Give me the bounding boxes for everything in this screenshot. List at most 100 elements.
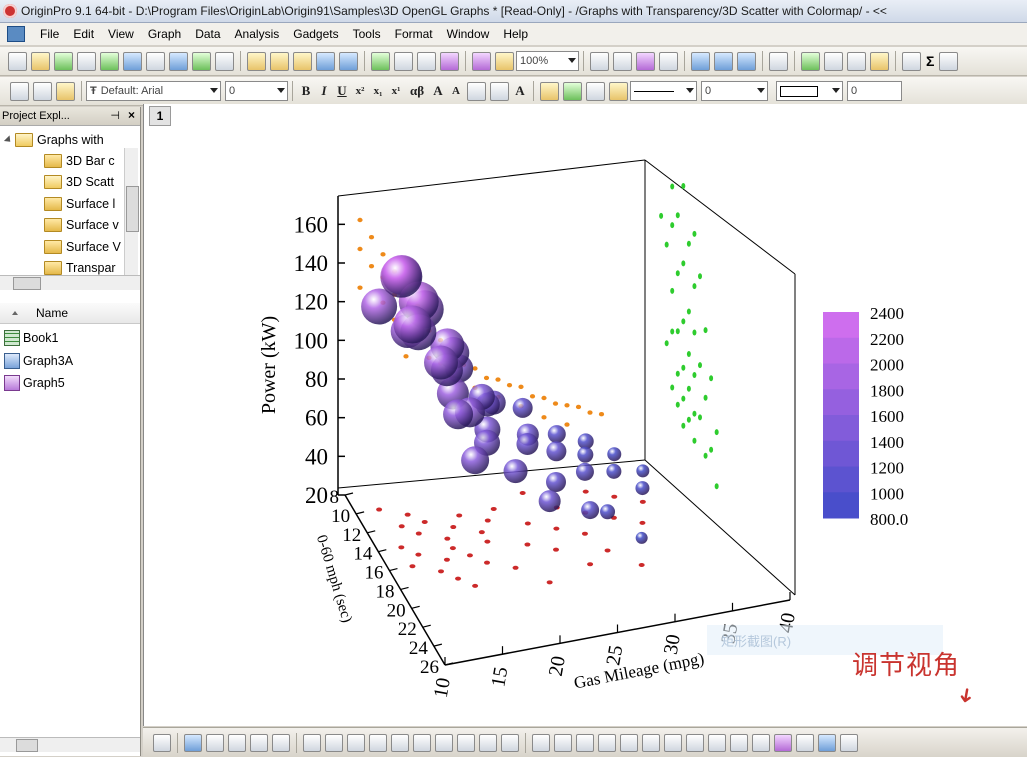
colormap-band	[823, 492, 859, 519]
y-tick-label: 18	[376, 581, 395, 602]
rotate-ccw-icon[interactable]	[708, 733, 726, 752]
bubble-point	[424, 345, 458, 380]
frame-floor-right-edge	[644, 459, 796, 596]
side-projection-point	[686, 308, 691, 315]
side-projection-point	[675, 370, 680, 377]
side-projection-point	[675, 401, 680, 408]
x-axis-title: Gas Mileage (mpg)	[572, 649, 705, 693]
rescale-icon[interactable]	[532, 733, 550, 752]
side-projection-point	[664, 241, 669, 248]
side-projection-point	[681, 183, 686, 189]
colormap-label: 1200	[870, 459, 904, 478]
plot-bar-icon[interactable]	[228, 733, 246, 752]
side-projection-point	[692, 283, 697, 290]
contour-tool-icon[interactable]	[435, 733, 453, 752]
y-tick-mark	[433, 643, 443, 647]
tilt-up-icon[interactable]	[774, 733, 792, 752]
plot-matrix-icon[interactable]	[250, 733, 268, 752]
floor-projection-point	[478, 530, 485, 535]
y-tick-mark	[389, 567, 398, 572]
area-tool-icon[interactable]	[391, 733, 409, 752]
surface-tool-icon[interactable]	[501, 733, 519, 752]
side-projection-point	[659, 212, 664, 219]
y-axis-line	[344, 494, 446, 666]
floor-projection-point	[546, 580, 553, 585]
polar-tool-icon[interactable]	[457, 733, 475, 752]
plot-3d-icon[interactable]	[184, 733, 202, 752]
y-tick-mark	[378, 549, 387, 553]
y-tick-mark	[400, 586, 409, 591]
x-tick-label: 10	[430, 676, 455, 700]
annotation-text: 调节视角	[852, 651, 961, 681]
floor-projection-point	[438, 569, 444, 574]
floor-projection-point	[455, 576, 462, 581]
plot-image-icon[interactable]	[272, 733, 290, 752]
y-axis-title: 0-60 mph (sec)	[313, 533, 355, 625]
y-tick-label: 20	[387, 600, 406, 621]
move-left-icon[interactable]	[598, 733, 616, 752]
colormap-label: 2200	[870, 330, 904, 349]
side-projection-point	[681, 364, 686, 371]
z-tick-label: 120	[294, 290, 329, 315]
reset-view-icon[interactable]	[576, 733, 594, 752]
y-tick-mark	[422, 624, 431, 628]
side-projection-point	[692, 410, 697, 417]
bubble-point	[547, 425, 566, 444]
floor-projection-point	[443, 557, 450, 562]
wall-projection-point	[506, 382, 513, 388]
bubble-point	[600, 504, 616, 520]
side-projection-point	[698, 273, 702, 280]
side-projection-point	[670, 222, 675, 229]
rotate-icon[interactable]	[153, 733, 171, 752]
tilt-left-icon[interactable]	[730, 733, 748, 752]
floor-projection-point	[376, 507, 383, 512]
rotate-cw-icon[interactable]	[686, 733, 704, 752]
bubble-point	[635, 481, 650, 496]
colormap-band	[823, 337, 859, 364]
colormap-label: 2400	[870, 304, 904, 323]
side-projection-point	[686, 240, 691, 247]
side-projection-point	[714, 483, 719, 490]
ternary-tool-icon[interactable]	[479, 733, 497, 752]
move-up-icon[interactable]	[642, 733, 660, 752]
line-symbol-icon[interactable]	[347, 733, 365, 752]
side-projection-point	[664, 340, 669, 347]
plot-wire-icon[interactable]	[206, 733, 224, 752]
z-tick-label: 60	[305, 406, 328, 431]
bubble-layer	[361, 254, 650, 544]
floor-projection-point	[639, 520, 646, 525]
bubble-point	[546, 472, 566, 492]
floor-projection-point	[490, 506, 497, 511]
side-projection-point	[681, 395, 686, 402]
colormap-band	[823, 363, 859, 390]
tilt-down-icon[interactable]	[796, 733, 814, 752]
floor-projection-point	[398, 524, 405, 529]
side-projection-point	[692, 372, 697, 379]
tilt-right-icon[interactable]	[752, 733, 770, 752]
wall-projection-point	[541, 395, 547, 401]
bubble-point	[607, 447, 622, 462]
floor-projection-point	[415, 531, 422, 536]
move-right-icon[interactable]	[620, 733, 638, 752]
column-tool-icon[interactable]	[369, 733, 387, 752]
bubble-point	[577, 446, 594, 463]
side-projection-point	[703, 327, 708, 334]
floor-projection-point	[582, 489, 589, 494]
floor-projection-point	[444, 536, 451, 541]
wall-projection-point	[518, 384, 524, 390]
wall-projection-point	[368, 234, 375, 240]
move-down-icon[interactable]	[664, 733, 682, 752]
floor-projection-point	[639, 499, 646, 504]
plot-box-frame	[337, 159, 796, 596]
scatter-tool-icon[interactable]	[325, 733, 343, 752]
stat-tool-icon[interactable]	[413, 733, 431, 752]
side-projection-point	[698, 414, 702, 421]
line-tool-icon[interactable]	[303, 733, 321, 752]
side-projection-point	[698, 362, 702, 369]
bubble-point	[581, 501, 600, 520]
flip-icon[interactable]	[840, 733, 858, 752]
wall-projection-point	[380, 252, 386, 257]
side-projection-point	[670, 384, 675, 391]
perspective-icon[interactable]	[818, 733, 836, 752]
expand-icon[interactable]	[554, 733, 572, 752]
